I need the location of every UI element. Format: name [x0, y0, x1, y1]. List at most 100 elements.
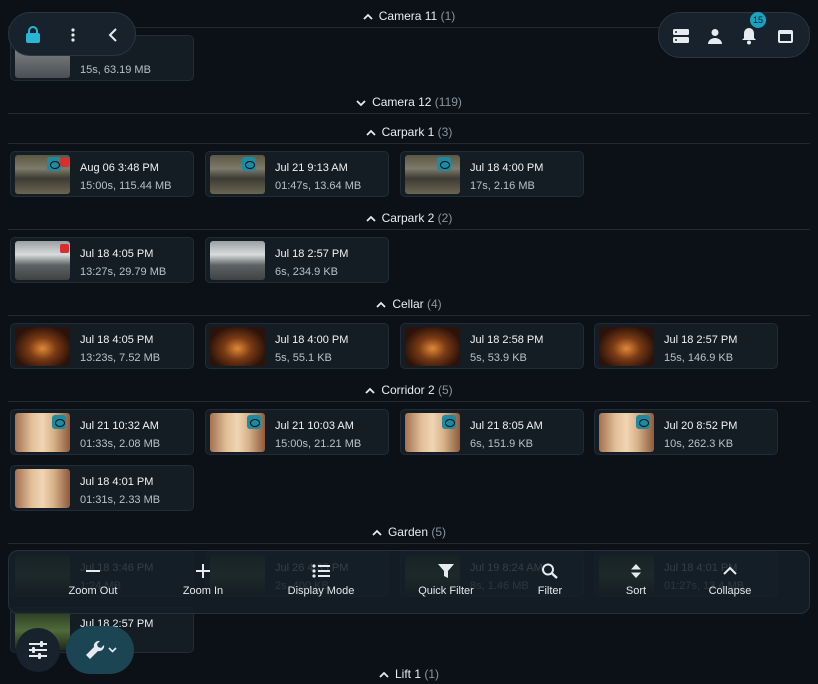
section-label: Carpark 1: [381, 125, 435, 139]
display-mode-button[interactable]: Display Mode: [266, 563, 376, 597]
recording-time: Jul 18 4:00 PM: [275, 334, 349, 346]
section-header-camera12[interactable]: Camera 12 (119): [8, 94, 810, 114]
recording-time: Jul 18 4:05 PM: [80, 334, 154, 346]
section-header-cellar[interactable]: Cellar (4): [8, 296, 810, 316]
plus-icon: [196, 564, 210, 578]
search-icon: [542, 563, 558, 579]
recording-card[interactable]: Jul 18 4:05 PM 13:23s, 7.52 MB: [10, 323, 194, 369]
recording-duration-size: 15s, 146.9 KB: [664, 352, 734, 364]
recording-thumbnail: [210, 155, 265, 194]
eye-off-icon: [242, 157, 256, 171]
section-label: Corridor 2: [381, 383, 435, 397]
display-mode-label: Display Mode: [287, 585, 355, 597]
section-label: Garden: [387, 525, 428, 539]
recording-card[interactable]: Jul 20 8:52 PM 10s, 262.3 KB: [594, 409, 778, 455]
recording-duration-size: 15:00s, 21.21 MB: [275, 438, 362, 450]
recording-duration-size: 01:33s, 2.08 MB: [80, 438, 161, 450]
recording-card[interactable]: Jul 18 2:57 PM 15s, 146.9 KB: [594, 323, 778, 369]
section-label: Camera 12: [372, 95, 432, 109]
recording-thumbnail: [405, 413, 460, 452]
recording-duration-size: 13:23s, 7.52 MB: [80, 352, 161, 364]
zoom-in-button[interactable]: Zoom In: [148, 563, 258, 597]
recording-thumbnail: [405, 155, 460, 194]
section-header-carpark1[interactable]: Carpark 1 (3): [8, 124, 810, 144]
recording-thumbnail: [599, 327, 654, 366]
eye-off-icon: [442, 415, 456, 429]
chevron-down-icon: [356, 100, 366, 107]
recording-time: Jul 21 10:03 AM: [275, 420, 354, 432]
recording-card[interactable]: Jul 21 8:05 AM 6s, 151.9 KB: [400, 409, 584, 455]
recording-thumbnail: [15, 413, 70, 452]
section-count: (5): [438, 383, 453, 397]
list-icon: [312, 564, 330, 578]
recording-card[interactable]: Jul 18 4:00 PM 17s, 2.16 MB: [400, 151, 584, 197]
quick-filter-button[interactable]: Quick Filter: [391, 563, 501, 597]
window-icon[interactable]: [773, 24, 797, 48]
quick-filter-label: Quick Filter: [418, 585, 474, 597]
chevron-up-icon: [363, 13, 373, 20]
more-vertical-icon[interactable]: [61, 23, 85, 47]
zoom-out-label: Zoom Out: [68, 585, 118, 597]
recording-card[interactable]: Jul 18 4:05 PM 13:27s, 29.79 MB: [10, 237, 194, 283]
section-label: Camera 11: [378, 9, 438, 23]
recording-duration-size: 5s, 55.1 KB: [275, 352, 332, 364]
recording-duration-size: 10s, 262.3 KB: [664, 438, 734, 450]
chevron-up-icon: [379, 671, 389, 678]
recording-duration-size: 15:00s, 115.44 MB: [80, 180, 172, 192]
zoom-out-button[interactable]: Zoom Out: [38, 563, 148, 597]
user-icon[interactable]: [703, 24, 727, 48]
recording-card[interactable]: Jul 18 4:00 PM 5s, 55.1 KB: [205, 323, 389, 369]
eye-off-icon: [47, 157, 61, 171]
recording-thumbnail: [15, 155, 70, 194]
chevron-up-icon: [723, 566, 737, 575]
recording-thumbnail: [210, 241, 265, 280]
section-header-carpark2[interactable]: Carpark 2 (2): [8, 210, 810, 230]
wrench-icon[interactable]: [66, 626, 134, 674]
section-count: (2): [437, 211, 453, 225]
recording-card[interactable]: Jul 21 9:13 AM 01:47s, 13.64 MB: [205, 151, 389, 197]
eye-off-icon: [52, 415, 66, 429]
recording-time: Jul 18 4:05 PM: [80, 248, 154, 260]
server-icon[interactable]: [669, 24, 693, 48]
recording-time: Jul 21 8:05 AM: [470, 420, 543, 432]
section-header-garden[interactable]: Garden (5): [8, 524, 810, 544]
recording-duration-size: 6s, 234.9 KB: [275, 266, 338, 278]
recording-duration-size: 5s, 53.9 KB: [470, 352, 527, 364]
funnel-icon: [438, 564, 454, 578]
recording-thumbnail: [15, 469, 70, 508]
recording-time: Jul 18 4:00 PM: [470, 162, 544, 174]
recording-thumbnail: [15, 241, 70, 280]
section-count: (4): [427, 297, 442, 311]
alert-icon: [60, 158, 69, 167]
chevron-up-icon: [366, 129, 376, 136]
recording-card[interactable]: Jul 18 2:57 PM 6s, 234.9 KB: [205, 237, 389, 283]
chevron-left-icon[interactable]: [101, 23, 125, 47]
recording-card[interactable]: Aug 06 3:48 PM 15:00s, 115.44 MB: [10, 151, 194, 197]
section-header-corridor2[interactable]: Corridor 2 (5): [8, 382, 810, 402]
section-count: (5): [431, 525, 447, 539]
recording-duration-size: 17s, 2.16 MB: [470, 180, 535, 192]
section-count: (1): [440, 9, 456, 23]
chevron-up-icon: [372, 529, 382, 536]
sort-label: Sort: [625, 585, 647, 597]
recording-thumbnail: [210, 413, 265, 452]
filter-label: Filter: [537, 585, 563, 597]
lock-icon[interactable]: [21, 23, 45, 47]
alert-icon: [60, 244, 69, 253]
section-count: (119): [434, 95, 462, 109]
recording-card[interactable]: Jul 21 10:32 AM 01:33s, 2.08 MB: [10, 409, 194, 455]
chevron-up-icon: [365, 387, 375, 394]
recording-duration-size: 13:27s, 29.79 MB: [80, 266, 167, 278]
recording-card[interactable]: Jul 18 4:01 PM 01:31s, 2.33 MB: [10, 465, 194, 511]
top-left-controls: [8, 12, 136, 56]
collapse-button[interactable]: Collapse: [675, 563, 785, 597]
chevron-up-icon: [366, 215, 376, 222]
minus-icon: [86, 570, 100, 572]
sliders-icon[interactable]: [16, 628, 60, 672]
eye-off-icon: [437, 157, 451, 171]
recording-card[interactable]: Jul 21 10:03 AM 15:00s, 21.21 MB: [205, 409, 389, 455]
section-label: Carpark 2: [381, 211, 435, 225]
section-header-lift1[interactable]: Lift 1 (1): [8, 666, 810, 684]
recording-time: Jul 20 8:52 PM: [664, 420, 738, 432]
recording-card[interactable]: Jul 18 2:58 PM 5s, 53.9 KB: [400, 323, 584, 369]
